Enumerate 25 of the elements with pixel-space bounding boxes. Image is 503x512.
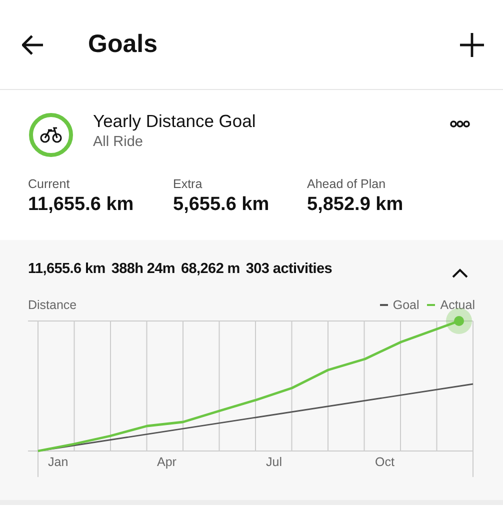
- more-options-icon[interactable]: [450, 120, 470, 128]
- goal-title: Yearly Distance Goal: [93, 110, 257, 132]
- caret-icon[interactable]: [452, 268, 468, 278]
- stat-label: Extra: [173, 177, 204, 191]
- bike-goal-icon: [28, 112, 74, 158]
- axis-label: Distance: [28, 298, 77, 312]
- stat-value: 5,655.6 km: [173, 194, 270, 216]
- summary-stat: 68,262 m: [181, 261, 240, 277]
- axis-tick-label: Jan: [48, 455, 70, 469]
- axis-tick-label: Apr: [157, 455, 178, 469]
- legend-label: Goal: [392, 298, 420, 312]
- legend-label: Actual: [440, 298, 475, 312]
- page-title: Goals: [88, 30, 158, 59]
- axis-tick-label: Oct: [375, 455, 396, 469]
- summary-stat: 11,655.6 km: [28, 261, 106, 277]
- summary-stat: 303 activities: [246, 261, 332, 277]
- goal-subtitle: All Ride: [93, 134, 144, 150]
- summary-stat: 388h 24m: [111, 261, 176, 277]
- stat-label: Ahead of Plan: [307, 177, 387, 191]
- stat-value: 11,655.6 km: [28, 194, 135, 216]
- axis-tick-label: Jul: [266, 455, 283, 469]
- add-icon[interactable]: [459, 32, 485, 58]
- stat-label: Current: [28, 177, 71, 191]
- stat-value: 5,852.9 km: [307, 194, 404, 216]
- back-arrow-icon[interactable]: [22, 34, 44, 54]
